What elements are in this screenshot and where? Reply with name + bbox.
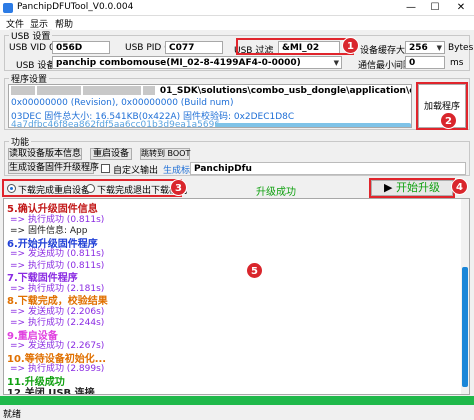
firmware-hash: 4a7dfbc46f8ea862fdf5aa6cc01b3d9ea1a5696 [11,120,221,128]
reset-device-button[interactable]: 重启设备 [90,148,132,160]
function-legend: 功能 [9,135,32,148]
jump-boot-button[interactable]: 跳转到 BOOT [140,148,190,160]
interval-input[interactable]: 0 [405,56,445,69]
redacted-block [37,86,81,95]
device-label: USB 设备 [16,61,56,71]
firmware-revision: 0x00000000 (Revision), 0x00000000 (Build… [11,98,234,108]
redacted-block [11,86,35,95]
log-line: 12.关闭 USB 连接 [7,388,95,395]
maximize-button[interactable]: ☐ [424,0,446,16]
menu-bar: 文件 显示 帮助 [0,16,474,30]
highlight-start [369,178,455,198]
vid-input[interactable]: 056D [52,41,110,54]
highlight-usb [236,38,354,55]
custom-output-checkbox[interactable] [101,164,110,173]
progress-fill [0,396,474,405]
step-badge-1: 1 [342,37,359,54]
title-bar: PanchipDFUTool_V0.0.004 — ☐ ✕ [0,0,474,16]
buffer-unit-label: Bytes [448,43,474,53]
read-version-button[interactable]: 读取设备版本信息 [8,148,82,160]
highlight-mode [2,179,182,197]
status-bar: 就绪 [0,405,474,420]
firmware-path-row: 01_SDK\solutions\combo_usb_dongle\applic… [11,86,411,96]
pid-input[interactable]: C077 [165,41,223,54]
device-select[interactable]: panchip combomouse(MI_02-8-4199AF4-0-000… [52,56,342,69]
step-badge-5: 5 [246,262,263,279]
usb-settings-legend: USB 设置 [9,29,53,42]
log-scrollbar-thumb[interactable] [462,267,468,387]
redacted-block [83,86,141,95]
menu-help[interactable]: 帮助 [55,17,73,30]
label-name-input[interactable]: PanchipDfu [190,162,466,175]
step-badge-3: 3 [170,179,187,196]
buffer-size-value: 256 [409,43,428,53]
buffer-size-select[interactable]: 256 ▼ [405,41,445,54]
interval-unit-label: ms [450,58,464,68]
log-panel[interactable]: 5.确认升级固件信息 => 执行成功 (0.811s) => 固件信息: App 6.… [3,198,470,395]
custom-output-label: 自定义输出 [113,166,159,176]
app-icon [3,3,13,13]
chevron-down-icon: ▼ [436,44,442,52]
redacted-block [143,86,155,95]
window-title: PanchipDFUTool_V0.0.004 [17,2,134,12]
generate-firmware-button[interactable]: 生成设备固件升级程序 [8,162,99,174]
device-value: panchip combomouse(MI_02-8-4199AF4-0-000… [56,58,301,68]
interval-label: 通信最小间隔 [358,61,413,71]
step-badge-2: 2 [440,112,457,129]
chevron-down-icon: ▼ [333,59,339,67]
log-scrollbar[interactable] [461,199,469,394]
minimize-button[interactable]: — [400,0,422,16]
close-button[interactable]: ✕ [450,0,472,16]
path-scrollbar[interactable] [215,123,411,127]
status-text: 就绪 [3,410,22,420]
firmware-path-box[interactable]: 01_SDK\solutions\combo_usb_dongle\applic… [8,84,412,128]
progress-bar [0,396,474,405]
step-badge-4: 4 [451,178,468,195]
firmware-path: 01_SDK\solutions\combo_usb_dongle\applic… [159,86,411,96]
upgrade-status: 升级成功 [256,187,296,198]
